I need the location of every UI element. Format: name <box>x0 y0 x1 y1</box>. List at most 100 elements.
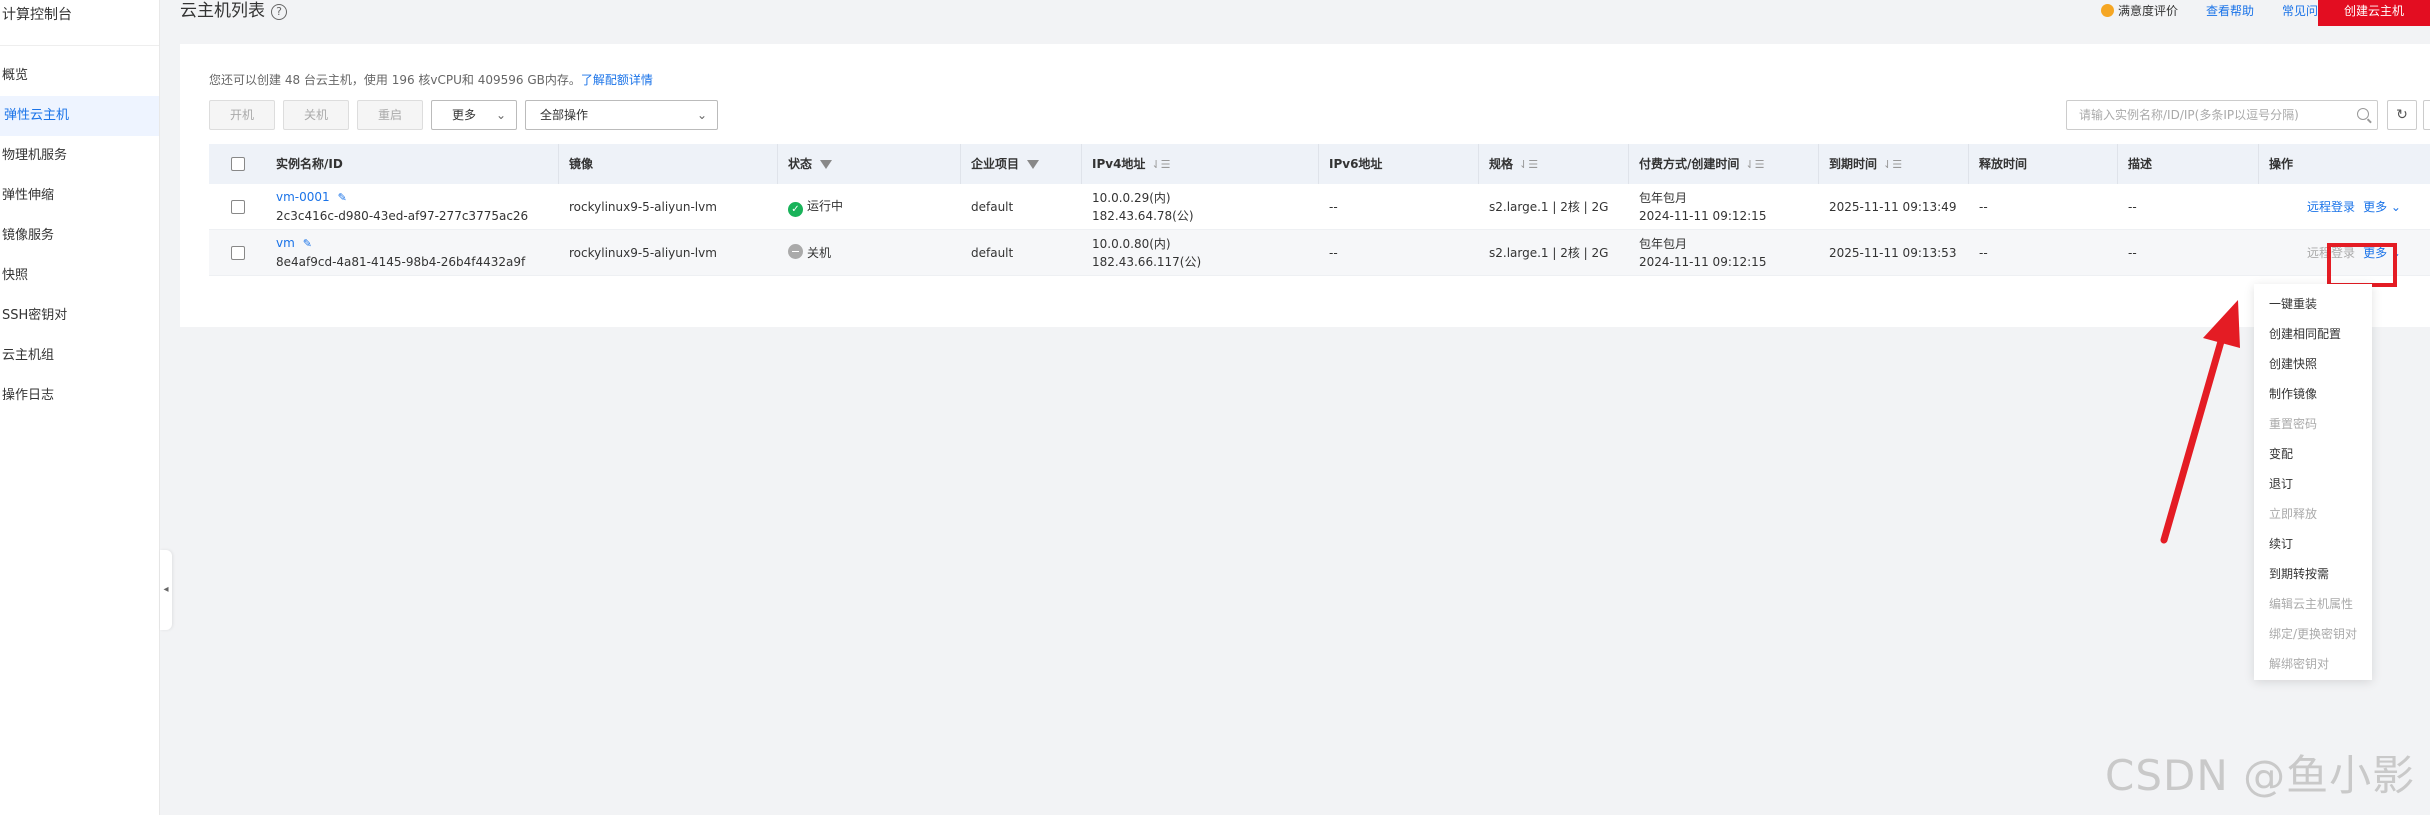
menu-item-reset-password: 重置密码 <box>2269 417 2318 431</box>
rating-label: 满意度评价 <box>2117 4 2178 18</box>
console-title: 计算控制台 <box>0 0 159 46</box>
ipv6-value: -- <box>1329 245 1338 260</box>
menu-item-edit-properties: 编辑云主机属性 <box>2269 597 2354 611</box>
menu-item-renew[interactable]: 续订 <box>2254 532 2372 562</box>
row-select-cell <box>209 184 266 229</box>
all-operations-label: 全部操作 <box>540 108 589 122</box>
ipv6-cell: -- <box>1319 230 1479 275</box>
page-title: 云主机列表? <box>180 0 287 22</box>
created-time: 2024-11-11 09:12:15 <box>1639 208 1767 223</box>
smile-icon <box>2100 4 2114 17</box>
status-cell: 关机 <box>778 230 961 275</box>
help-icon[interactable]: ? <box>271 4 287 20</box>
sidebar-item-overview[interactable]: 概览 <box>0 56 159 96</box>
header-ops-label: 操作 <box>2269 157 2294 171</box>
export-icon[interactable]: ⇪ <box>2423 100 2430 130</box>
sidebar-item-operation-log[interactable]: 操作日志 <box>0 376 159 416</box>
pay-mode: 包年包月 <box>1639 190 1688 205</box>
instance-name-link[interactable]: vm-0001 <box>276 190 330 204</box>
status-text: 运行中 <box>807 198 844 213</box>
menu-item-reinstall[interactable]: 一键重装 <box>2254 292 2372 322</box>
menu-item-to-on-demand[interactable]: 到期转按需 <box>2254 562 2372 592</box>
sidebar-item-ecs-groups[interactable]: 云主机组 <box>0 336 159 376</box>
select-all-checkbox[interactable] <box>230 157 245 171</box>
search-icon[interactable] <box>2357 108 2369 120</box>
filter-icon[interactable] <box>1027 160 1040 169</box>
pay-cell: 包年包月 2024-11-11 09:12:15 <box>1629 230 1819 275</box>
menu-item-create-snapshot[interactable]: 创建快照 <box>2254 352 2372 382</box>
sidebar-item-ecs[interactable]: 弹性云主机 <box>0 96 159 136</box>
header-desc: 描述 <box>2118 144 2259 184</box>
more-ops-link[interactable]: 更多 ⌄ <box>2363 198 2401 216</box>
row-select-cell <box>209 230 266 275</box>
pay-cell: 包年包月 2024-11-11 09:12:15 <box>1629 184 1819 229</box>
spec-cell: s2.large.1 | 2核 | 2G <box>1479 230 1629 275</box>
menu-item-create-image[interactable]: 制作镜像 <box>2254 382 2372 412</box>
pay-mode: 包年包月 <box>1639 236 1688 251</box>
table-header: 实例名称/ID 镜像 状态 企业项目 IPv4地址 ⇃☰ IPv6地址 规格 ⇃☰ … <box>209 144 2430 184</box>
edit-icon[interactable]: ✎ <box>303 237 312 250</box>
header-pay-label: 付费方式/创建时间 <box>1639 156 1740 171</box>
sort-icon[interactable]: ⇃☰ <box>1883 158 1902 171</box>
quota-details-link[interactable]: 了解配额详情 <box>581 73 653 87</box>
more-ops-dropdown: 一键重装 创建相同配置 创建快照 制作镜像 重置密码 变配 退订 立即释放 续订… <box>2254 284 2372 680</box>
more-label: 更多 <box>452 108 477 122</box>
header-expire-label: 到期时间 <box>1829 156 1878 171</box>
header-status-inner: 状态 <box>788 155 960 173</box>
select-all-cell <box>209 144 266 184</box>
menu-item-clone-config[interactable]: 创建相同配置 <box>2254 322 2372 352</box>
created-time: 2024-11-11 09:12:15 <box>1639 254 1767 269</box>
image-cell: rockylinux9-5-aliyun-lvm <box>559 230 778 275</box>
start-button[interactable]: 开机 <box>209 100 275 130</box>
release-cell: -- <box>1969 230 2118 275</box>
arrow-shaft <box>2160 334 2226 544</box>
header-status: 状态 <box>778 144 961 184</box>
restart-button[interactable]: 重启 <box>357 100 423 130</box>
header-expire-inner: 到期时间 ⇃☰ <box>1829 155 1968 174</box>
filter-icon[interactable] <box>820 160 833 169</box>
header-project-label: 企业项目 <box>971 157 1020 171</box>
more-dropdown-button[interactable]: 更多 ⌄ <box>431 100 517 130</box>
ipv4-cell: 10.0.0.80(内) 182.43.66.117(公) <box>1082 230 1319 275</box>
release-cell: -- <box>1969 184 2118 229</box>
row-checkbox[interactable] <box>230 199 245 214</box>
description: -- <box>2128 245 2137 260</box>
header-ipv4-inner: IPv4地址 ⇃☰ <box>1092 155 1318 174</box>
stop-button[interactable]: 关机 <box>283 100 349 130</box>
sidebar-item-ssh-keys[interactable]: SSH密钥对 <box>0 296 159 336</box>
instance-name-link[interactable]: vm <box>276 236 295 250</box>
row-checkbox[interactable] <box>230 245 245 260</box>
sidebar-item-autoscaling[interactable]: 弹性伸缩 <box>0 176 159 216</box>
header-expire: 到期时间 ⇃☰ <box>1819 144 1969 184</box>
desc-cell: -- <box>2118 230 2259 275</box>
spec-value: s2.large.1 | 2核 | 2G <box>1489 245 1609 260</box>
menu-item-unbind-keypair: 解绑密钥对 <box>2269 657 2330 671</box>
remote-login-link[interactable]: 远程登录 <box>2307 198 2355 216</box>
edit-icon[interactable]: ✎ <box>338 191 347 204</box>
menu-item-resize[interactable]: 变配 <box>2254 442 2372 472</box>
header-spec: 规格 ⇃☰ <box>1479 144 1629 184</box>
page-title-text: 云主机列表 <box>180 1 265 21</box>
expire-time: 2025-11-11 09:13:49 <box>1829 199 1957 214</box>
rating-link[interactable]: 满意度评价 <box>2100 0 2178 22</box>
sidebar-item-snapshots[interactable]: 快照 <box>0 256 159 296</box>
desc-cell: -- <box>2118 184 2259 229</box>
header-links: 满意度评价 查看帮助 常见问题 <box>2100 0 2330 22</box>
header-image: 镜像 <box>559 144 778 184</box>
sort-icon[interactable]: ⇃☰ <box>1151 158 1170 171</box>
header-ops: 操作 <box>2259 144 2430 184</box>
create-ecs-button[interactable]: 创建云主机 <box>2318 0 2430 26</box>
header-spec-label: 规格 <box>1489 156 1514 171</box>
sidebar-item-bare-metal[interactable]: 物理机服务 <box>0 136 159 176</box>
all-operations-select[interactable]: 全部操作 ⌄ <box>525 100 718 130</box>
sidebar-item-images[interactable]: 镜像服务 <box>0 216 159 256</box>
header-release-label: 释放时间 <box>1979 157 2028 171</box>
menu-item-unsubscribe[interactable]: 退订 <box>2254 472 2372 502</box>
search-input[interactable]: 请输入实例名称/ID/IP(多条IP以逗号分隔) <box>2066 100 2378 130</box>
header-desc-label: 描述 <box>2128 157 2153 171</box>
sidebar-collapse-handle[interactable]: ◂ <box>160 550 172 630</box>
sort-icon[interactable]: ⇃☰ <box>1745 158 1764 171</box>
refresh-icon[interactable]: ↻ <box>2387 100 2417 130</box>
sort-icon[interactable]: ⇃☰ <box>1519 158 1538 171</box>
help-link[interactable]: 查看帮助 <box>2206 0 2254 22</box>
